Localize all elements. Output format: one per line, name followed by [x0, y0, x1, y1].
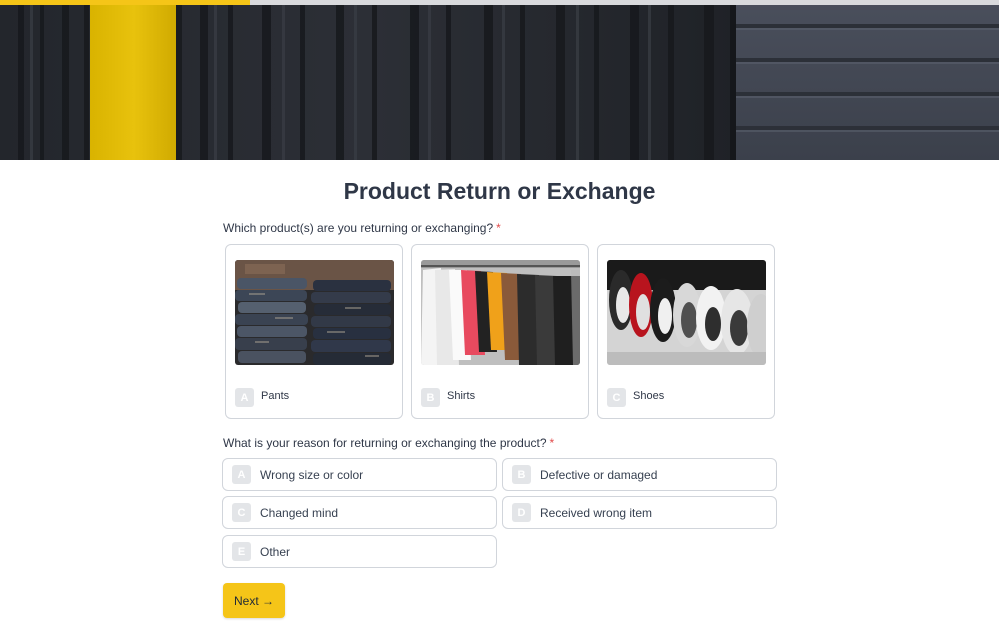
- question-products-text: Which product(s) are you returning or ex…: [223, 221, 494, 235]
- option-key: A: [232, 465, 251, 484]
- page-title: Product Return or Exchange: [343, 178, 656, 204]
- product-card-shirts[interactable]: B Shirts: [411, 244, 589, 419]
- question-products: Which product(s) are you returning or ex…: [223, 221, 501, 235]
- option-key: C: [607, 388, 626, 407]
- reason-option-defective[interactable]: B Defective or damaged: [502, 458, 777, 491]
- product-label-shoes: Shoes: [633, 390, 665, 402]
- question-reason: What is your reason for returning or exc…: [223, 436, 554, 450]
- question-reason-text: What is your reason for returning or exc…: [223, 436, 547, 450]
- progress-bar: [0, 0, 999, 5]
- required-mark: *: [549, 436, 555, 450]
- option-key: E: [232, 542, 251, 561]
- option-key: C: [232, 503, 251, 522]
- reason-option-other[interactable]: E Other: [222, 535, 497, 568]
- option-label: Defective or damaged: [540, 468, 658, 482]
- reason-option-wrong-item[interactable]: D Received wrong item: [502, 496, 777, 529]
- option-label: Wrong size or color: [260, 468, 364, 482]
- shirts-photo: [421, 260, 580, 365]
- option-label: Changed mind: [260, 506, 339, 520]
- reason-option-changed-mind[interactable]: C Changed mind: [222, 496, 497, 529]
- option-label: Received wrong item: [540, 506, 653, 520]
- product-label-pants: Pants: [261, 390, 290, 402]
- option-key: A: [235, 388, 254, 407]
- option-label: Other: [260, 545, 291, 559]
- banner-image: [0, 0, 999, 160]
- option-key: B: [421, 388, 440, 407]
- option-key: B: [512, 465, 531, 484]
- progress-bar-fill: [0, 0, 250, 5]
- pants-photo: [235, 260, 394, 365]
- product-card-pants[interactable]: A Pants: [225, 244, 403, 419]
- required-mark: *: [496, 221, 501, 235]
- hero-banner: [0, 0, 999, 160]
- shoes-photo: [607, 260, 766, 365]
- product-card-shoes[interactable]: C Shoes: [597, 244, 775, 419]
- option-key: D: [512, 503, 531, 522]
- reason-option-wrong-size[interactable]: A Wrong size or color: [222, 458, 497, 491]
- product-label-shirts: Shirts: [447, 390, 476, 402]
- next-button[interactable]: Next →: [223, 583, 285, 618]
